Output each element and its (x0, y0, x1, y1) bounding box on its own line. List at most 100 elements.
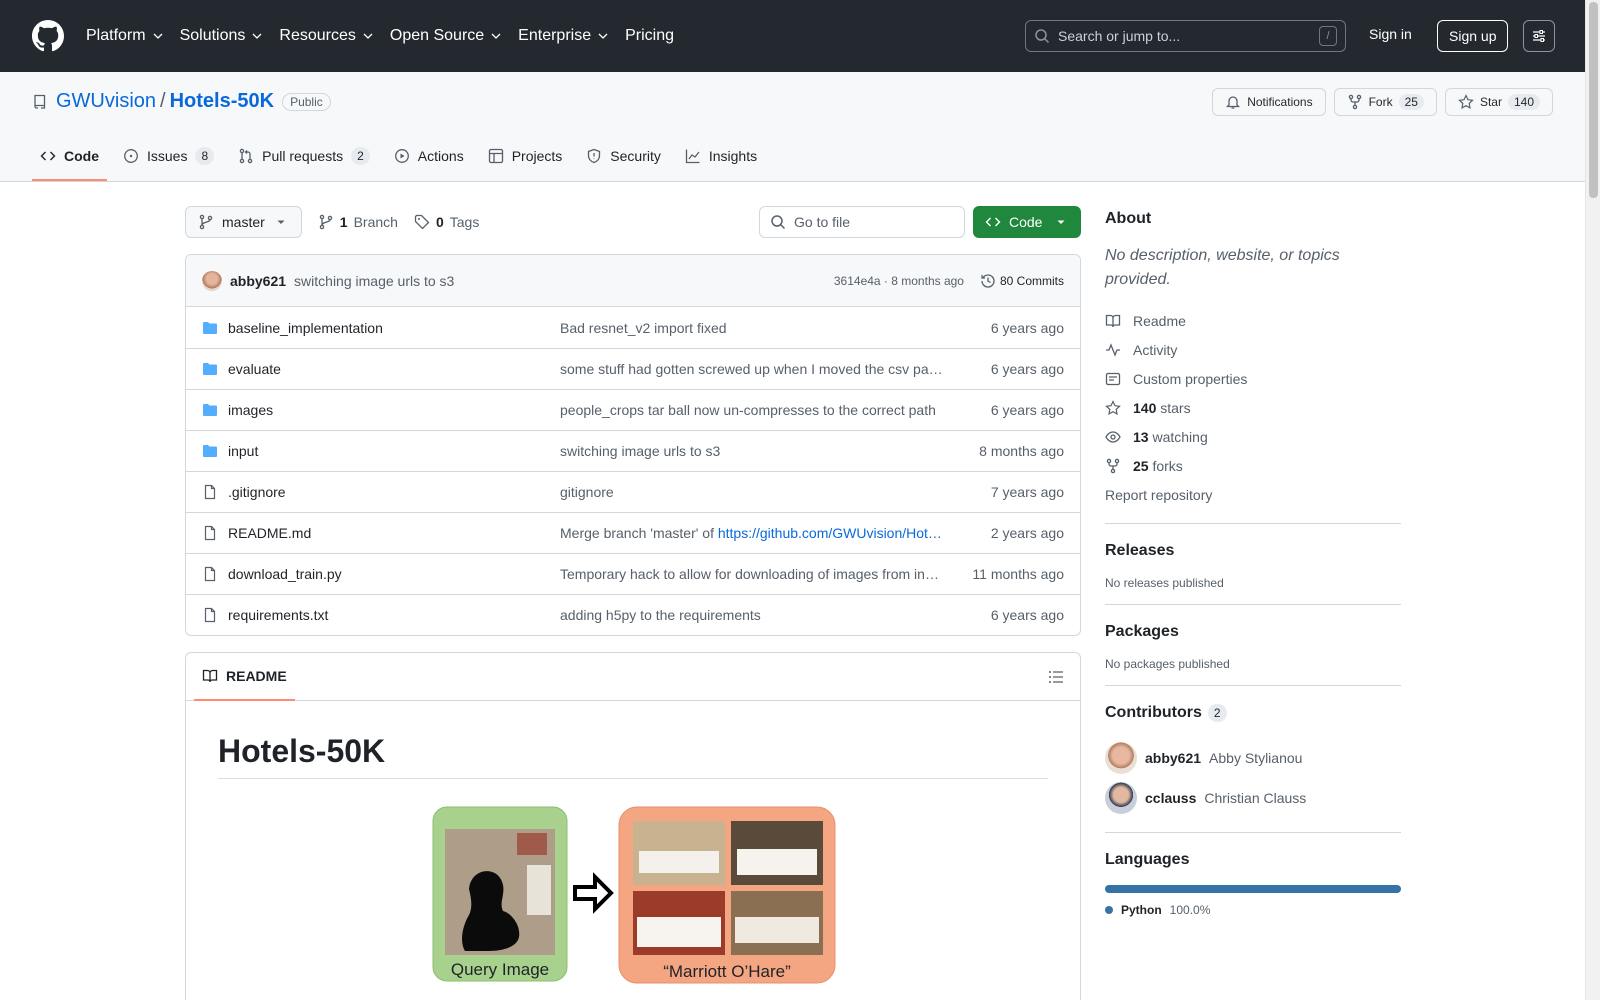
hero-query-label: Query Image (451, 960, 549, 979)
file-row[interactable]: requirements.txt adding h5py to the requi… (186, 594, 1080, 635)
file-commit-link[interactable]: https://github.com/GWUvision/Hot… (718, 525, 942, 541)
forks-count: 25 (1133, 457, 1149, 474)
file-row[interactable]: .gitignore gitignore 7 years ago (186, 471, 1080, 512)
star-button[interactable]: Star 140 (1444, 88, 1553, 116)
menu-button[interactable] (1523, 20, 1555, 52)
packages-heading[interactable]: Packages (1105, 623, 1401, 641)
activity-link[interactable]: Activity (1105, 335, 1401, 364)
branch-icon (199, 214, 213, 230)
file-name-link[interactable]: README.md (228, 525, 560, 541)
table-icon (488, 148, 503, 164)
branch-label: Branch (353, 214, 398, 230)
file-commit-message-text: Temporary hack to allow for downloading … (560, 566, 939, 582)
stars-link[interactable]: 140 stars (1105, 393, 1401, 422)
tab-issues-count: 8 (195, 147, 215, 165)
fork-button[interactable]: Fork 25 (1333, 88, 1437, 116)
file-name-link[interactable]: evaluate (228, 361, 560, 377)
file-row[interactable]: images people_crops tar ball now un-compr… (186, 389, 1080, 430)
file-row[interactable]: evaluate some stuff had gotten screwed up… (186, 348, 1080, 389)
contributor-item[interactable]: abby621 Abby Stylianou (1105, 738, 1401, 778)
global-search-input[interactable]: Search or jump to... / (1025, 20, 1346, 52)
divider (1105, 685, 1401, 686)
tab-code-label: Code (64, 148, 99, 164)
file-name-link[interactable]: download_train.py (228, 566, 560, 582)
tab-pull-requests[interactable]: Pull requests 2 (230, 147, 378, 181)
tab-issues[interactable]: Issues 8 (115, 147, 222, 181)
tab-actions[interactable]: Actions (386, 147, 472, 181)
file-commit-message[interactable]: Bad resnet_v2 import fixed (560, 320, 945, 336)
notifications-button[interactable]: Notifications (1212, 88, 1326, 116)
go-to-file-input[interactable]: Go to file (759, 206, 965, 238)
code-dropdown-button[interactable]: Code (973, 206, 1081, 238)
nav-resources[interactable]: Resources (279, 18, 373, 54)
nav-pricing-label: Pricing (625, 27, 674, 44)
file-commit-message[interactable]: gitignore (560, 484, 945, 500)
forks-link[interactable]: 25 forks (1105, 451, 1401, 480)
avatar[interactable] (1105, 782, 1137, 814)
notifications-label: Notifications (1247, 95, 1313, 109)
language-item[interactable]: Python 100.0% (1105, 903, 1401, 917)
tab-insights[interactable]: Insights (677, 147, 765, 181)
sign-up-button[interactable]: Sign up (1437, 20, 1509, 52)
file-commit-message[interactable]: adding h5py to the requirements (560, 607, 945, 623)
file-name-link[interactable]: requirements.txt (228, 607, 560, 623)
avatar[interactable] (202, 270, 222, 291)
commit-meta: 3614e4a · 8 months ago 80 Commits (834, 273, 1064, 289)
file-name-link[interactable]: baseline_implementation (228, 320, 560, 336)
language-bar (1105, 885, 1401, 893)
nav-open-source[interactable]: Open Source (390, 18, 502, 54)
code-button-label: Code (1009, 214, 1043, 230)
custom-properties-link[interactable]: Custom properties (1105, 364, 1401, 393)
contributors-title: Contributors (1105, 704, 1202, 721)
avatar[interactable] (1105, 742, 1137, 774)
file-commit-date: 6 years ago (990, 319, 1064, 336)
sign-in-link[interactable]: Sign in (1369, 26, 1412, 42)
repo-name-link[interactable]: Hotels-50K (170, 90, 274, 113)
file-commit-message[interactable]: people_crops tar ball now un-compresses … (560, 402, 945, 418)
nav-enterprise[interactable]: Enterprise (518, 18, 609, 54)
nav-platform[interactable]: Platform (86, 18, 164, 54)
file-row[interactable]: README.md Merge branch 'master' of https:… (186, 512, 1080, 553)
commit-author[interactable]: abby621 (230, 273, 286, 289)
commits-link[interactable]: 80 Commits (980, 273, 1064, 289)
tab-projects[interactable]: Projects (480, 147, 571, 181)
stars-count: 140 (1133, 399, 1157, 416)
releases-heading[interactable]: Releases (1105, 542, 1401, 560)
contributor-item[interactable]: cclauss Christian Clauss (1105, 778, 1401, 818)
commit-message[interactable]: switching image urls to s3 (294, 273, 454, 289)
branches-link[interactable]: 1 Branch (318, 214, 398, 230)
contributors-heading[interactable]: Contributors 2 (1105, 704, 1401, 722)
file-commit-message[interactable]: Temporary hack to allow for downloading … (560, 566, 945, 582)
file-commit-message[interactable]: switching image urls to s3 (560, 443, 945, 459)
nav-pricing[interactable]: Pricing (625, 18, 674, 54)
scrollbar-thumb[interactable] (1589, 2, 1598, 198)
watching-link[interactable]: 13 watching (1105, 422, 1401, 451)
readme-link[interactable]: Readme (1105, 306, 1401, 335)
folder-icon (203, 404, 217, 416)
file-row[interactable]: input switching image urls to s3 8 months … (186, 430, 1080, 471)
file-row[interactable]: download_train.py Temporary hack to allow… (186, 553, 1080, 594)
list-icon[interactable] (1048, 669, 1064, 685)
commit-count: 80 Commits (999, 273, 1064, 288)
repo-header: GWUvision / Hotels-50K Public Notificati… (0, 72, 1585, 182)
tab-actions-label: Actions (417, 148, 464, 164)
tab-code[interactable]: Code (32, 147, 107, 181)
readme-tab[interactable]: README (194, 653, 295, 701)
report-repository-link[interactable]: Report repository (1105, 480, 1401, 509)
file-commit-message[interactable]: Merge branch 'master' of https://github.… (560, 525, 945, 541)
file-row[interactable]: baseline_implementation Bad resnet_v2 imp… (186, 307, 1080, 348)
page-scrollbar[interactable] (1585, 0, 1600, 1000)
file-name-link[interactable]: input (228, 443, 560, 459)
tab-security[interactable]: Security (578, 147, 669, 181)
branch-selector[interactable]: master (185, 206, 302, 238)
github-logo-icon[interactable] (32, 20, 64, 52)
file-name-link[interactable]: .gitignore (228, 484, 560, 500)
file-name-link[interactable]: images (228, 402, 560, 418)
tags-link[interactable]: 0 Tags (414, 214, 479, 230)
pull-request-icon (239, 148, 253, 164)
nav-solutions[interactable]: Solutions (180, 18, 264, 54)
repo-owner-link[interactable]: GWUvision (56, 90, 156, 113)
commit-hash-time[interactable]: 3614e4a · 8 months ago (834, 274, 964, 288)
file-commit-message[interactable]: some stuff had gotten screwed up when I … (560, 361, 945, 377)
file-commit-message-text: Bad resnet_v2 import fixed (560, 319, 727, 336)
